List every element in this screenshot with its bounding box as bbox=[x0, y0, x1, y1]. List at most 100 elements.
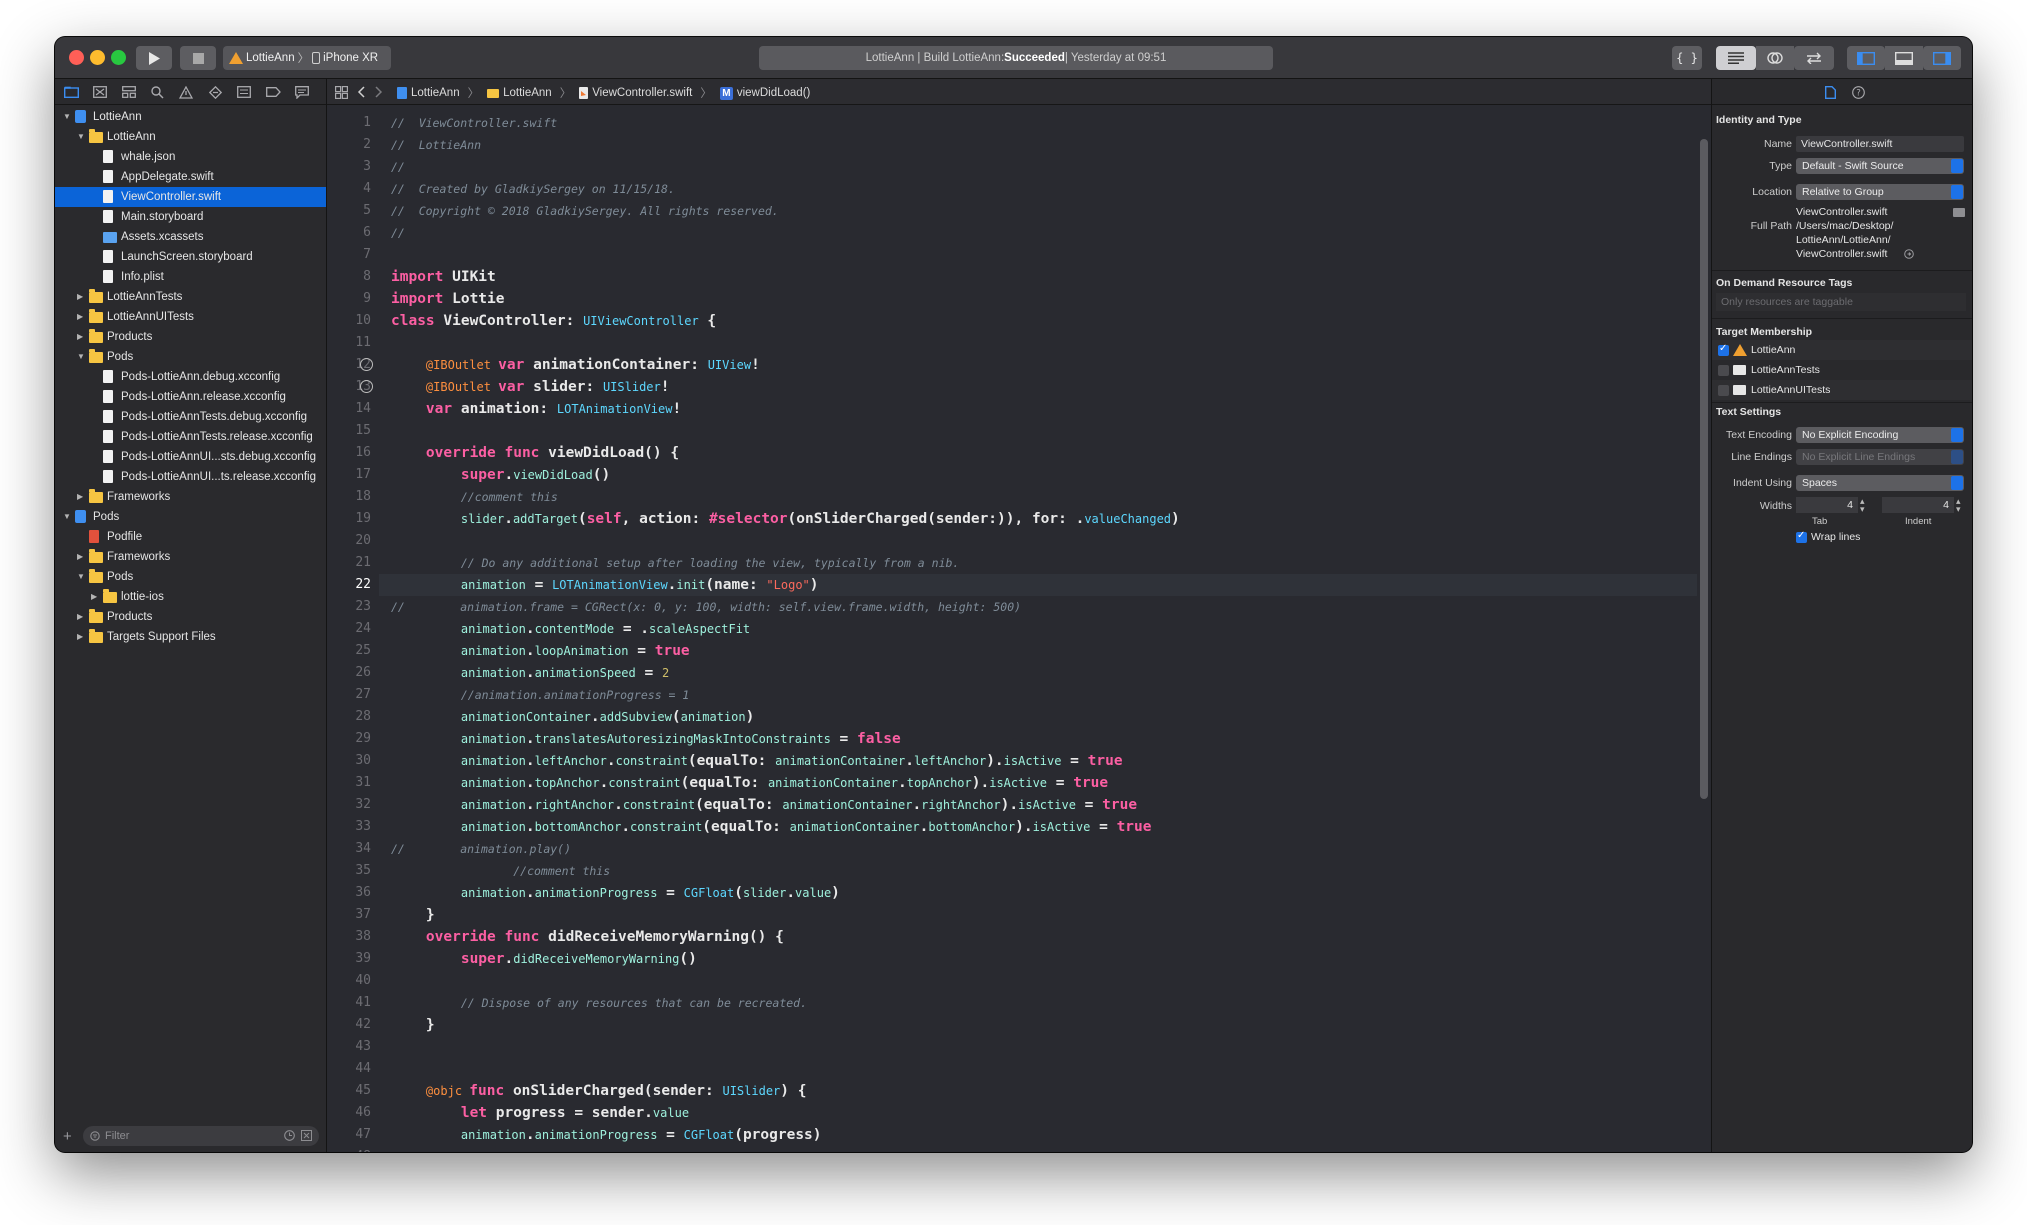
zoom-window-button[interactable] bbox=[111, 50, 126, 65]
file-tree-item[interactable]: Info.plist bbox=[55, 267, 326, 287]
encoding-select[interactable]: No Explicit Encoding bbox=[1796, 427, 1964, 443]
type-select[interactable]: Default - Swift Source bbox=[1796, 158, 1964, 174]
target-checkbox-tests[interactable] bbox=[1718, 365, 1729, 376]
back-arrow-icon[interactable] bbox=[353, 84, 369, 100]
file-tree-item[interactable]: ▶ LottieAnnUITests bbox=[55, 307, 326, 327]
disclosure-expanded-icon[interactable]: ▼ bbox=[63, 107, 72, 127]
file-inspector: ? Identity and Type Name ViewController.… bbox=[1711, 79, 1972, 1152]
standard-editor-button[interactable] bbox=[1716, 46, 1756, 70]
outlet-connection-icon[interactable] bbox=[360, 358, 373, 371]
file-tree-item[interactable]: Podfile bbox=[55, 527, 326, 547]
file-tree-item[interactable]: ▼ Pods bbox=[55, 567, 326, 587]
tab-width-field[interactable]: 4 bbox=[1796, 497, 1858, 513]
target-checkbox-uitests[interactable] bbox=[1718, 385, 1729, 396]
version-editor-button[interactable] bbox=[1794, 46, 1834, 70]
breakpoint-icon[interactable] bbox=[265, 84, 281, 100]
vertical-scrollbar[interactable] bbox=[1700, 139, 1708, 799]
reveal-arrow-icon[interactable] bbox=[1904, 249, 1914, 259]
name-field[interactable]: ViewController.swift bbox=[1796, 136, 1964, 152]
test-diamond-icon[interactable] bbox=[207, 84, 223, 100]
toggle-debug-area-button[interactable] bbox=[1885, 46, 1923, 70]
file-tree-item[interactable]: ▶ Products bbox=[55, 327, 326, 347]
code-area[interactable]: // ViewController.swift // LottieAnn // // … bbox=[379, 106, 1697, 1152]
file-tree-item[interactable]: Pods-LottieAnnUI...ts.release.xcconfig bbox=[55, 467, 326, 487]
disclosure-expanded-icon[interactable]: ▼ bbox=[77, 347, 86, 367]
toggle-inspector-button[interactable] bbox=[1923, 46, 1961, 70]
file-tree-item[interactable]: ▼ LottieAnn bbox=[55, 127, 326, 147]
disclosure-collapsed-icon[interactable]: ▶ bbox=[77, 547, 86, 567]
hierarchy-icon[interactable] bbox=[121, 84, 137, 100]
close-window-button[interactable] bbox=[69, 50, 84, 65]
run-button[interactable] bbox=[136, 46, 172, 70]
outlet-connection-icon[interactable] bbox=[360, 380, 373, 393]
file-tree-item[interactable]: whale.json bbox=[55, 147, 326, 167]
crumb-project[interactable]: LottieAnn bbox=[411, 87, 460, 99]
toggle-navigator-button[interactable] bbox=[1847, 46, 1885, 70]
folder-icon bbox=[487, 89, 500, 98]
code-token: (equalTo: bbox=[702, 819, 790, 835]
file-tree-item[interactable]: ▶ Products bbox=[55, 607, 326, 627]
scm-filter-icon[interactable] bbox=[301, 1130, 312, 1141]
jump-bar: LottieAnn 〉 LottieAnn 〉 ViewController.s… bbox=[327, 79, 1711, 105]
disclosure-expanded-icon[interactable]: ▼ bbox=[77, 567, 86, 587]
wrap-lines-checkbox[interactable] bbox=[1796, 530, 1807, 543]
disclosure-collapsed-icon[interactable]: ▶ bbox=[91, 587, 100, 607]
assistant-editor-button[interactable] bbox=[1756, 46, 1794, 70]
file-tree-item[interactable]: ▼ Pods bbox=[55, 347, 326, 367]
file-tree-item[interactable]: Assets.xcassets bbox=[55, 227, 326, 247]
filter-field[interactable]: Filter bbox=[83, 1126, 319, 1146]
crumb-group[interactable]: LottieAnn bbox=[503, 87, 552, 99]
indent-using-select[interactable]: Spaces bbox=[1796, 475, 1964, 491]
search-icon[interactable] bbox=[149, 84, 165, 100]
code-token: LOTAnimationView bbox=[552, 578, 668, 592]
file-tree-item[interactable]: LaunchScreen.storyboard bbox=[55, 247, 326, 267]
forward-arrow-icon[interactable] bbox=[371, 84, 387, 100]
file-tree-item[interactable]: Main.storyboard bbox=[55, 207, 326, 227]
warning-icon[interactable] bbox=[178, 84, 194, 100]
disclosure-collapsed-icon[interactable]: ▶ bbox=[77, 287, 86, 307]
target-checkbox-lottieann[interactable] bbox=[1718, 343, 1729, 356]
file-tree-item[interactable]: ▶ LottieAnnTests bbox=[55, 287, 326, 307]
stop-button[interactable] bbox=[180, 46, 216, 70]
disclosure-collapsed-icon[interactable]: ▶ bbox=[77, 327, 86, 347]
indent-width-field[interactable]: 4 bbox=[1882, 497, 1954, 513]
add-file-icon[interactable]: + bbox=[63, 1128, 72, 1145]
location-select[interactable]: Relative to Group bbox=[1796, 184, 1964, 200]
scheme-selector[interactable]: LottieAnn 〉 iPhone XR bbox=[223, 46, 391, 70]
tab-width-stepper[interactable]: ▴ ▾ bbox=[1860, 497, 1865, 514]
file-inspector-icon[interactable] bbox=[1822, 84, 1838, 100]
file-tree-item[interactable]: ▶ Targets Support Files bbox=[55, 627, 326, 647]
file-tree-item[interactable]: Pods-LottieAnnUI...sts.debug.xcconfig bbox=[55, 447, 326, 467]
disclosure-collapsed-icon[interactable]: ▶ bbox=[77, 307, 86, 327]
disclosure-collapsed-icon[interactable]: ▶ bbox=[77, 487, 86, 507]
source-control-icon[interactable] bbox=[92, 84, 108, 100]
disclosure-expanded-icon[interactable]: ▼ bbox=[63, 507, 72, 527]
file-tree-item[interactable]: ▼ LottieAnn bbox=[55, 107, 326, 127]
file-tree-item[interactable]: ▶ Frameworks bbox=[55, 547, 326, 567]
file-tree-item[interactable]: ViewController.swift bbox=[55, 187, 326, 207]
help-icon[interactable]: ? bbox=[1850, 84, 1866, 100]
file-tree-item[interactable]: Pods-LottieAnnTests.debug.xcconfig bbox=[55, 407, 326, 427]
crumb-file[interactable]: ViewController.swift bbox=[592, 87, 692, 99]
indent-width-stepper[interactable]: ▴ ▾ bbox=[1956, 497, 1961, 514]
debug-gauge-icon[interactable] bbox=[236, 84, 252, 100]
disclosure-collapsed-icon[interactable]: ▶ bbox=[77, 607, 86, 627]
file-tree-item[interactable]: Pods-LottieAnn.release.xcconfig bbox=[55, 387, 326, 407]
recent-clock-icon[interactable] bbox=[284, 1130, 295, 1141]
crumb-method[interactable]: viewDidLoad() bbox=[737, 87, 811, 99]
related-items-icon[interactable] bbox=[333, 84, 349, 100]
library-button[interactable]: { } bbox=[1672, 46, 1702, 70]
disclosure-expanded-icon[interactable]: ▼ bbox=[77, 127, 86, 147]
file-tree-item[interactable]: ▶ Frameworks bbox=[55, 487, 326, 507]
file-tree-item[interactable]: ▶ lottie-ios bbox=[55, 587, 326, 607]
file-tree-item[interactable]: Pods-LottieAnnTests.release.xcconfig bbox=[55, 427, 326, 447]
file-tree-item[interactable]: Pods-LottieAnn.debug.xcconfig bbox=[55, 367, 326, 387]
folder-icon[interactable] bbox=[63, 84, 79, 100]
minimize-window-button[interactable] bbox=[90, 50, 105, 65]
disclosure-collapsed-icon[interactable]: ▶ bbox=[77, 627, 86, 647]
report-bubble-icon[interactable] bbox=[294, 84, 310, 100]
file-tree-item[interactable]: AppDelegate.swift bbox=[55, 167, 326, 187]
reveal-folder-icon[interactable] bbox=[1953, 207, 1965, 217]
app-target-icon bbox=[1733, 344, 1747, 356]
file-tree-item[interactable]: ▼ Pods bbox=[55, 507, 326, 527]
